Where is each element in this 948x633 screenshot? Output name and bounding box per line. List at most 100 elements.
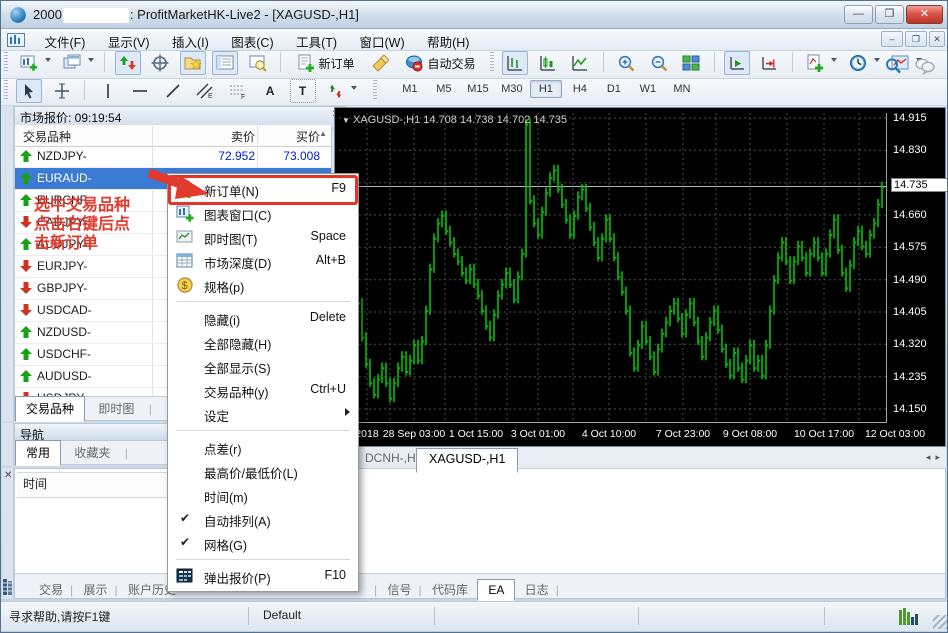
new-chart-caret[interactable] [45,58,51,62]
menu-item-12[interactable]: 点差(r) [168,435,358,459]
scroll-up-icon[interactable]: ▲ [319,129,327,138]
line-chart-button[interactable] [567,51,593,75]
price-chart[interactable] [339,113,886,422]
arrows-tool-caret[interactable] [351,86,357,90]
periods-button[interactable] [845,51,871,75]
indicators-caret[interactable] [831,58,837,62]
timeframe-m30[interactable]: M30 [496,80,528,98]
zoom-in-button[interactable] [613,51,639,75]
time-tick: 1 Oct 15:00 [449,428,503,440]
terminal-toggle[interactable] [212,51,238,75]
cursor-tool[interactable] [16,79,42,103]
horizontal-line-tool[interactable] [127,79,153,103]
equidistant-channel-tool[interactable]: E [192,79,218,103]
tab-tick-chart[interactable]: 即时图 [88,397,144,421]
status-profile[interactable]: Default [263,608,301,622]
navigator-dock-grip[interactable] [2,423,14,465]
menu-item-10[interactable]: 设定 [168,402,358,426]
menu-item-7[interactable]: 全部隐藏(H) [168,330,358,354]
zoom-out-button[interactable] [646,51,672,75]
tab-signals[interactable]: 信号 [381,578,417,601]
timeframe-h1[interactable]: H1 [530,80,562,98]
menu-item-14[interactable]: 时间(m) [168,483,358,507]
navigator-toggle[interactable] [180,51,206,75]
chart-tab-scroll[interactable]: ◂ ▸ [926,452,940,463]
chart-shift-button[interactable] [756,51,782,75]
chart-tab-xagusd[interactable]: XAGUSD-,H1 [416,448,518,473]
market-watch-toggle[interactable] [115,51,141,75]
menu-item-3[interactable]: 市场深度(D)Alt+B [168,249,358,273]
fibonacci-tool[interactable]: F [225,79,251,103]
profiles-button[interactable] [59,51,85,75]
menu-item-4[interactable]: $规格(p) [168,273,358,297]
menu-item-shortcut: F10 [324,568,346,582]
new-order-button[interactable]: 新订单 [291,51,361,75]
menu-item-8[interactable]: 全部显示(S) [168,354,358,378]
up-arrow-icon [19,325,33,339]
tile-windows-button[interactable] [678,51,704,75]
tab-ea[interactable]: EA [477,579,515,601]
menu-item-9[interactable]: 交易品种(y)Ctrl+U [168,378,358,402]
candlestick-chart-button[interactable] [535,51,561,75]
status-bar: 寻求帮助,请按F1键 Default [1,601,948,631]
minimize-button[interactable]: — [844,5,873,24]
status-help-text: 寻求帮助,请按F1键 [9,608,110,625]
menu-item-label: 自动排列(A) [204,511,271,530]
timeframe-w1[interactable]: W1 [632,80,664,98]
child-minimize-button[interactable]: – [881,31,903,47]
price-tick: 14.660 [893,209,941,221]
metaeditor-button[interactable] [367,51,393,75]
menu-item-2[interactable]: 即时图(T)Space [168,225,358,249]
terminal-close-icon[interactable]: ✕ [4,471,12,481]
auto-scroll-button[interactable] [724,51,750,75]
timeframe-bar: M1M5M15M30H1H4D1W1MN [393,79,699,98]
autotrading-button[interactable]: 自动交易 [399,51,481,75]
terminal-time-column-header[interactable]: 时间 [17,472,180,498]
text-label-tool[interactable]: T [290,79,316,103]
chart-window[interactable]: ▼ XAGUSD-,H1 14.708 14.738 14.702 14.735… [334,107,946,447]
trendline-tool[interactable] [160,79,186,103]
periods-caret[interactable] [874,58,880,62]
profiles-caret[interactable] [88,58,94,62]
tab-symbols[interactable]: 交易品种 [15,396,85,422]
vertical-line-tool[interactable] [95,79,121,103]
timeframe-m1[interactable]: M1 [394,80,426,98]
chat-icon[interactable] [912,54,938,78]
menu-item-6[interactable]: 隐藏(i)Delete [168,306,358,330]
data-window-button[interactable] [147,51,173,75]
market-watch-column-header[interactable]: 交易品种 卖价 买价 ▲ [15,125,331,147]
close-button[interactable]: ✕ [906,5,943,24]
timeframe-mn[interactable]: MN [666,80,698,98]
menu-item-18[interactable]: 弹出报价(P)F10 [168,564,358,588]
resize-grip[interactable] [933,615,947,629]
crosshair-tool[interactable] [49,79,75,103]
menu-item-label: 交易品种(y) [204,382,269,401]
menu-item-16[interactable]: ✔网格(G) [168,531,358,555]
tab-common[interactable]: 常用 [15,440,61,466]
child-restore-button[interactable]: ❐ [905,31,927,47]
time-tick: 12 Oct 03:00 [865,428,925,440]
arrows-tool[interactable] [322,79,348,103]
bar-chart-button[interactable] [502,51,528,75]
tab-exposure[interactable]: 展示 [77,578,113,601]
timeframe-m15[interactable]: M15 [462,80,494,98]
tab-code-base[interactable]: 代码库 [426,578,474,601]
strategy-tester-button[interactable] [245,51,271,75]
indicators-button[interactable] [802,51,828,75]
menu-item-13[interactable]: 最高价/最低价(L) [168,459,358,483]
menu-item-15[interactable]: ✔自动排列(A) [168,507,358,531]
timeframe-m5[interactable]: M5 [428,80,460,98]
maximize-button[interactable]: ❐ [875,5,904,24]
new-chart-button[interactable] [16,51,42,75]
search-icon[interactable] [880,54,906,78]
window-title: 2000: ProfitMarketHK-Live2 - [XAGUSD-,H1… [33,7,359,23]
market-watch-dock-grip[interactable] [2,106,14,421]
timeframe-d1[interactable]: D1 [598,80,630,98]
chart-window-icon[interactable] [2,30,30,50]
tab-journal[interactable]: 日志 [519,578,555,601]
text-tool[interactable]: A [257,79,283,103]
tab-trade[interactable]: 交易 [33,578,69,601]
tab-favorites[interactable]: 收藏夹 [64,441,120,465]
child-close-button[interactable]: ✕ [929,31,945,47]
timeframe-h4[interactable]: H4 [564,80,596,98]
